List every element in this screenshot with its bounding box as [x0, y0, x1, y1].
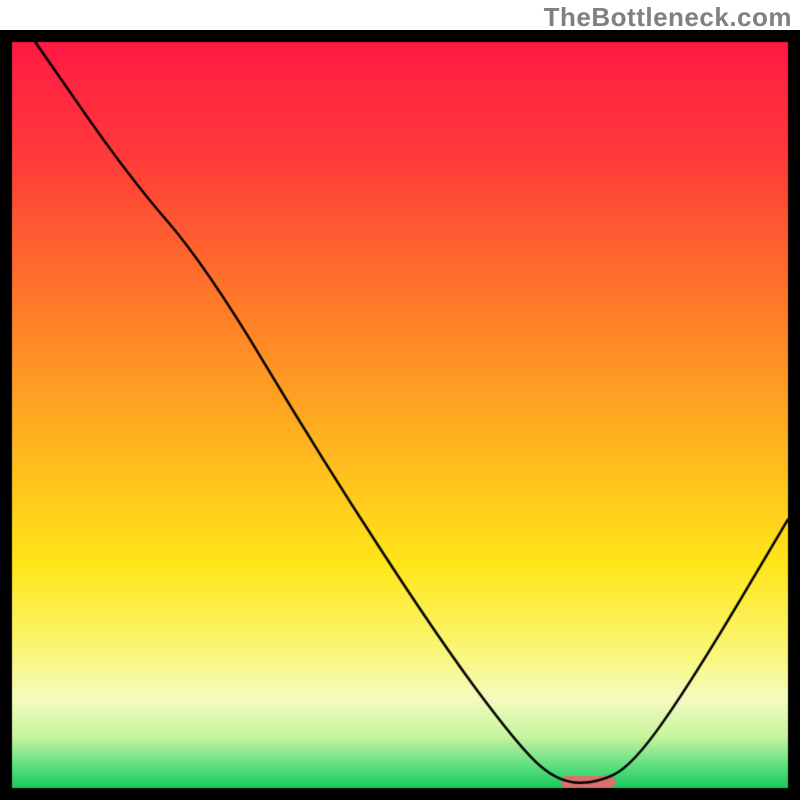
- bottleneck-curve-plot: [0, 30, 800, 800]
- watermark-text: TheBottleneck.com: [544, 2, 792, 33]
- chart-frame: TheBottleneck.com: [0, 0, 800, 800]
